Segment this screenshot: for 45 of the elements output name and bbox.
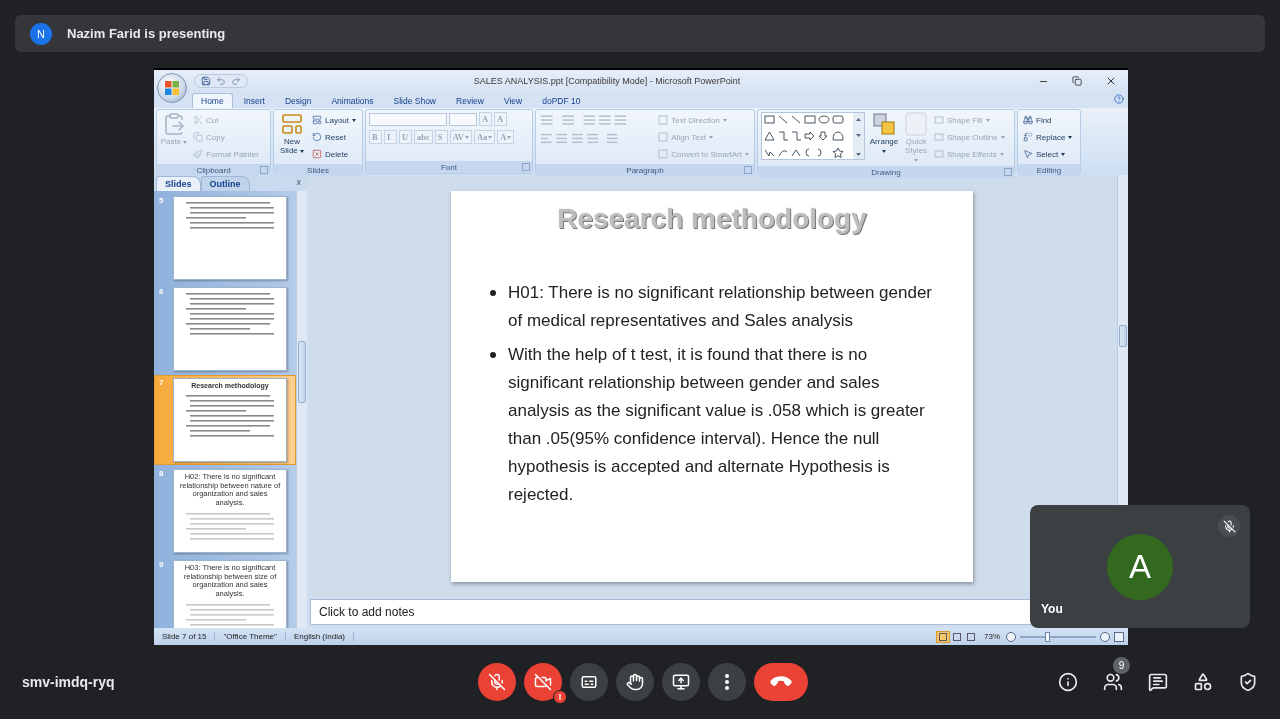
- ribbon-tab[interactable]: Insert: [234, 93, 274, 108]
- theme-name: "Office Theme": [215, 632, 286, 641]
- ribbon-tab[interactable]: Design: [275, 93, 321, 108]
- presenting-label: Nazim Farid is presenting: [67, 26, 226, 41]
- zoom-level: 73%: [983, 632, 1001, 641]
- window-title: SALES ANALYSIS.ppt [Compatibility Mode] - Microsoft PowerPoint: [472, 76, 742, 86]
- ribbon-button[interactable]: Replace: [1021, 129, 1075, 145]
- ribbon-button[interactable]: Delete: [310, 146, 359, 162]
- bullet-text: With the help of t test, it is found that there is no significant relationship between gender and sales analysis as the significant value is .058 which is greater than .05(95% confidence interval). Hence the null hypothesis is accepted and alternate Hypothesis is rejected.: [508, 344, 926, 506]
- language: English (India): [285, 632, 355, 641]
- participant-name: You: [1041, 602, 1063, 616]
- group-label: Font: [441, 162, 457, 172]
- slide-number: 8: [159, 469, 165, 480]
- ribbon-tab[interactable]: Review: [447, 93, 493, 108]
- ribbon-tab[interactable]: View: [494, 93, 532, 108]
- ribbon-tab[interactable]: doPDF 10: [533, 93, 590, 108]
- group-label: Clipboard: [196, 165, 231, 175]
- count-badge: 9: [1113, 657, 1130, 674]
- slide-number: 7: [159, 378, 165, 389]
- ribbon-button[interactable]: Reset: [310, 129, 359, 145]
- group-label: Editing: [1036, 165, 1062, 175]
- meeting-code: smv-imdq-ryq: [22, 674, 116, 690]
- ribbon-button[interactable]: Find: [1021, 112, 1075, 128]
- alert-badge: !: [553, 690, 567, 704]
- new-slide-button[interactable]: New Slide: [277, 112, 307, 155]
- group-label: Drawing: [871, 167, 901, 177]
- arrange-button[interactable]: Arrange: [868, 112, 900, 155]
- panel-tab[interactable]: Outline: [200, 176, 250, 191]
- slide-number: 5: [159, 196, 165, 207]
- group-label: Paragraph: [626, 165, 664, 175]
- ribbon-tab[interactable]: Home: [192, 93, 233, 108]
- slide-title: Research methodology: [557, 203, 867, 235]
- slide-count: Slide 7 of 15: [154, 632, 216, 641]
- ribbon-button[interactable]: Layout: [310, 112, 359, 128]
- panel-close-button[interactable]: x: [296, 177, 301, 187]
- self-avatar: A: [1107, 533, 1173, 600]
- ribbon-tab[interactable]: Slide Show: [384, 93, 445, 108]
- panel-tab[interactable]: Slides: [156, 176, 201, 191]
- ribbon-tab[interactable]: Animations: [322, 93, 383, 108]
- slide-number: 6: [159, 287, 165, 298]
- bullet-text: H01: There is no significant relationship between gender of medical representatives and Sales analysis: [508, 282, 933, 332]
- group-label: Slides: [307, 165, 329, 175]
- presenter-avatar: N: [30, 22, 52, 45]
- slide-number: 9: [159, 560, 165, 571]
- ribbon-button[interactable]: Select: [1021, 146, 1075, 162]
